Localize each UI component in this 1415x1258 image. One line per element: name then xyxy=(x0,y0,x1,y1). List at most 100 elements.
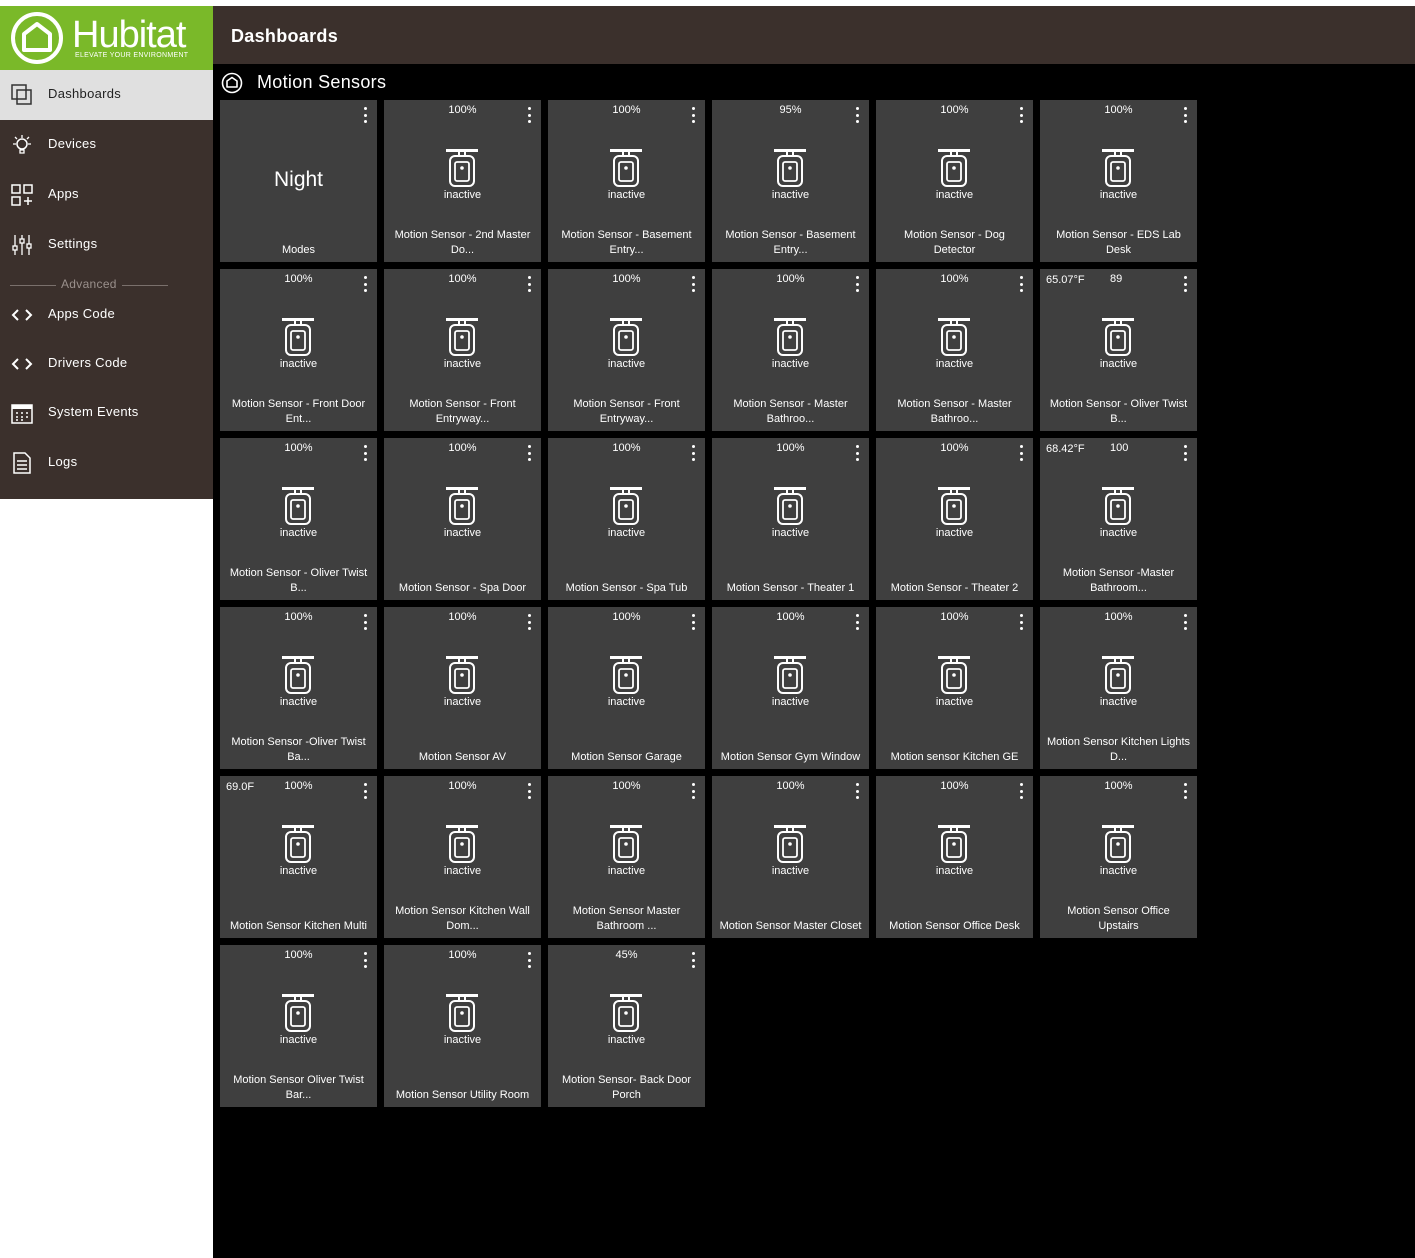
motion-sensor-tile[interactable]: 100% inactive Motion Sensor Gym Window xyxy=(712,607,869,769)
code-icon xyxy=(11,358,33,370)
tile-menu-icon[interactable] xyxy=(1181,107,1189,123)
sensor-state: inactive xyxy=(607,189,646,201)
tile-menu-icon[interactable] xyxy=(853,276,861,292)
mode-tile[interactable]: Night Modes xyxy=(220,100,377,262)
sidebar: Hubitat ELEVATE YOUR ENVIRONMENT Dashboa… xyxy=(0,6,213,499)
sensor-state: inactive xyxy=(443,865,482,877)
motion-sensor-tile[interactable]: 100% inactive Motion Sensor - Dog Detector xyxy=(876,100,1033,262)
tile-menu-icon[interactable] xyxy=(1017,107,1025,123)
tile-label: Motion Sensor - Spa Tub xyxy=(565,582,688,594)
home-icon[interactable] xyxy=(221,72,243,94)
motion-sensor-tile[interactable]: 100% inactive Motion Sensor - Spa Tub xyxy=(548,438,705,600)
tile-menu-icon[interactable] xyxy=(525,783,533,799)
motion-sensor-tile[interactable]: 95% inactive Motion Sensor - Basement Entr… xyxy=(712,100,869,262)
motion-sensor-tile[interactable]: 100% inactive Motion Sensor Oliver Twist B… xyxy=(220,945,377,1107)
sensor-state: inactive xyxy=(935,358,974,370)
tile-menu-icon[interactable] xyxy=(1017,783,1025,799)
motion-sensor-tile[interactable]: 100% inactive Motion Sensor - Front Entryw… xyxy=(548,269,705,431)
motion-sensor-tile[interactable]: 100% inactive Motion Sensor - Front Door E… xyxy=(220,269,377,431)
sensor-state: inactive xyxy=(1099,189,1138,201)
sidebar-item-apps[interactable]: Apps xyxy=(0,170,213,220)
motion-sensor-tile[interactable]: 100% inactive Motion Sensor Master Bathroo… xyxy=(548,776,705,938)
tile-menu-icon[interactable] xyxy=(1181,614,1189,630)
tile-menu-icon[interactable] xyxy=(853,783,861,799)
tile-menu-icon[interactable] xyxy=(361,614,369,630)
tile-menu-icon[interactable] xyxy=(853,614,861,630)
tile-menu-icon[interactable] xyxy=(1017,276,1025,292)
sidebar-item-logs[interactable]: Logs xyxy=(0,438,213,488)
tile-label: Motion Sensor - Dog Detector xyxy=(904,229,1005,256)
motion-sensor-tile[interactable]: 100% inactive Motion Sensor - Oliver Twist… xyxy=(220,438,377,600)
tile-menu-icon[interactable] xyxy=(1181,276,1189,292)
tile-menu-icon[interactable] xyxy=(525,614,533,630)
tile-menu-icon[interactable] xyxy=(689,107,697,123)
tile-menu-icon[interactable] xyxy=(689,614,697,630)
tile-label: Motion Sensor - Oliver Twist B... xyxy=(229,567,368,594)
motion-sensor-tile[interactable]: 100% inactive Motion Sensor - 2nd Master D… xyxy=(384,100,541,262)
sidebar-item-drivers-code[interactable]: Drivers Code xyxy=(0,339,213,388)
motion-sensor-tile[interactable]: 100% inactive Motion Sensor Utility Room xyxy=(384,945,541,1107)
tile-menu-icon[interactable] xyxy=(1181,445,1189,461)
motion-sensor-tile[interactable]: 100% inactive Motion Sensor - Theater 1 xyxy=(712,438,869,600)
tile-menu-icon[interactable] xyxy=(361,107,369,123)
motion-sensor-tile[interactable]: 100% inactive Motion Sensor - Basement Ent… xyxy=(548,100,705,262)
motion-sensor-tile[interactable]: 100% inactive Motion Sensor AV xyxy=(384,607,541,769)
tile-menu-icon[interactable] xyxy=(525,276,533,292)
motion-sensor-tile[interactable]: 100% inactive Motion Sensor -Oliver Twist … xyxy=(220,607,377,769)
tile-menu-icon[interactable] xyxy=(525,952,533,968)
sidebar-item-apps-code[interactable]: Apps Code xyxy=(0,290,213,339)
battery-level: 100% xyxy=(448,780,477,792)
sensor-state: inactive xyxy=(443,189,482,201)
tile-menu-icon[interactable] xyxy=(1017,445,1025,461)
battery-level: 100% xyxy=(776,273,805,285)
tile-menu-icon[interactable] xyxy=(1017,614,1025,630)
brand-name: Hubitat xyxy=(72,14,186,56)
motion-sensor-tile[interactable]: 100% inactive Motion Sensor Kitchen Wall D… xyxy=(384,776,541,938)
sidebar-item-settings[interactable]: Settings xyxy=(0,220,213,270)
motion-sensor-tile[interactable]: 100% inactive Motion Sensor - Master Bathr… xyxy=(876,269,1033,431)
tile-menu-icon[interactable] xyxy=(1181,783,1189,799)
motion-sensor-tile[interactable]: 68.42°F 100 inactive Motion Sensor -Master … xyxy=(1040,438,1197,600)
motion-sensor-tile[interactable]: 100% inactive Motion Sensor - Master Bathr… xyxy=(712,269,869,431)
tile-menu-icon[interactable] xyxy=(689,952,697,968)
motion-sensor-tile[interactable]: 65.07°F 89 inactive Motion Sensor - Oliver … xyxy=(1040,269,1197,431)
divider-label: Advanced xyxy=(61,277,117,291)
motion-sensor-tile[interactable]: 100% inactive Motion Sensor - EDS Lab Desk xyxy=(1040,100,1197,262)
motion-sensor-tile[interactable]: 100% inactive Motion Sensor Garage xyxy=(548,607,705,769)
motion-sensor-tile[interactable]: 100% inactive Motion sensor Kitchen GE xyxy=(876,607,1033,769)
tile-menu-icon[interactable] xyxy=(853,107,861,123)
sensor-state: inactive xyxy=(771,696,810,708)
motion-sensor-icon xyxy=(281,486,315,526)
motion-sensor-tile[interactable]: 100% inactive Motion Sensor Master Closet xyxy=(712,776,869,938)
sidebar-item-devices[interactable]: Devices xyxy=(0,120,213,170)
tile-menu-icon[interactable] xyxy=(525,107,533,123)
tile-label: Motion Sensor- Back Door Porch xyxy=(562,1074,691,1101)
tile-menu-icon[interactable] xyxy=(361,445,369,461)
tile-menu-icon[interactable] xyxy=(361,276,369,292)
motion-sensor-icon xyxy=(773,317,807,357)
tile-menu-icon[interactable] xyxy=(853,445,861,461)
brand-logo[interactable]: Hubitat ELEVATE YOUR ENVIRONMENT xyxy=(0,6,213,70)
battery-level: 45% xyxy=(615,949,638,961)
tile-menu-icon[interactable] xyxy=(689,276,697,292)
motion-sensor-icon xyxy=(609,993,643,1033)
motion-sensor-tile[interactable]: 100% inactive Motion Sensor - Front Entryw… xyxy=(384,269,541,431)
tile-menu-icon[interactable] xyxy=(689,445,697,461)
humidity-value: 100 xyxy=(1110,442,1129,454)
tile-label: Motion Sensor Kitchen Multi xyxy=(230,920,367,932)
motion-sensor-tile[interactable]: 100% inactive Motion Sensor Office Upstair… xyxy=(1040,776,1197,938)
tile-menu-icon[interactable] xyxy=(689,783,697,799)
tile-menu-icon[interactable] xyxy=(525,445,533,461)
motion-sensor-tile[interactable]: 100% inactive Motion Sensor - Theater 2 xyxy=(876,438,1033,600)
motion-sensor-tile[interactable]: 100% inactive Motion Sensor Office Desk xyxy=(876,776,1033,938)
motion-sensor-tile[interactable]: 45% inactive Motion Sensor- Back Door Porc… xyxy=(548,945,705,1107)
tile-menu-icon[interactable] xyxy=(361,783,369,799)
tile-menu-icon[interactable] xyxy=(361,952,369,968)
sidebar-item-dashboards[interactable]: Dashboards xyxy=(0,70,213,120)
sidebar-item-system-events[interactable]: System Events xyxy=(0,388,213,438)
tile-label: Motion Sensor - Front Entryway... xyxy=(573,398,680,425)
battery-level: 100% xyxy=(448,611,477,623)
motion-sensor-tile[interactable]: 100% inactive Motion Sensor - Spa Door xyxy=(384,438,541,600)
motion-sensor-tile[interactable]: 100% inactive Motion Sensor Kitchen Lights… xyxy=(1040,607,1197,769)
motion-sensor-tile[interactable]: 69.0F 100% inactive Motion Sensor Kitchen M… xyxy=(220,776,377,938)
